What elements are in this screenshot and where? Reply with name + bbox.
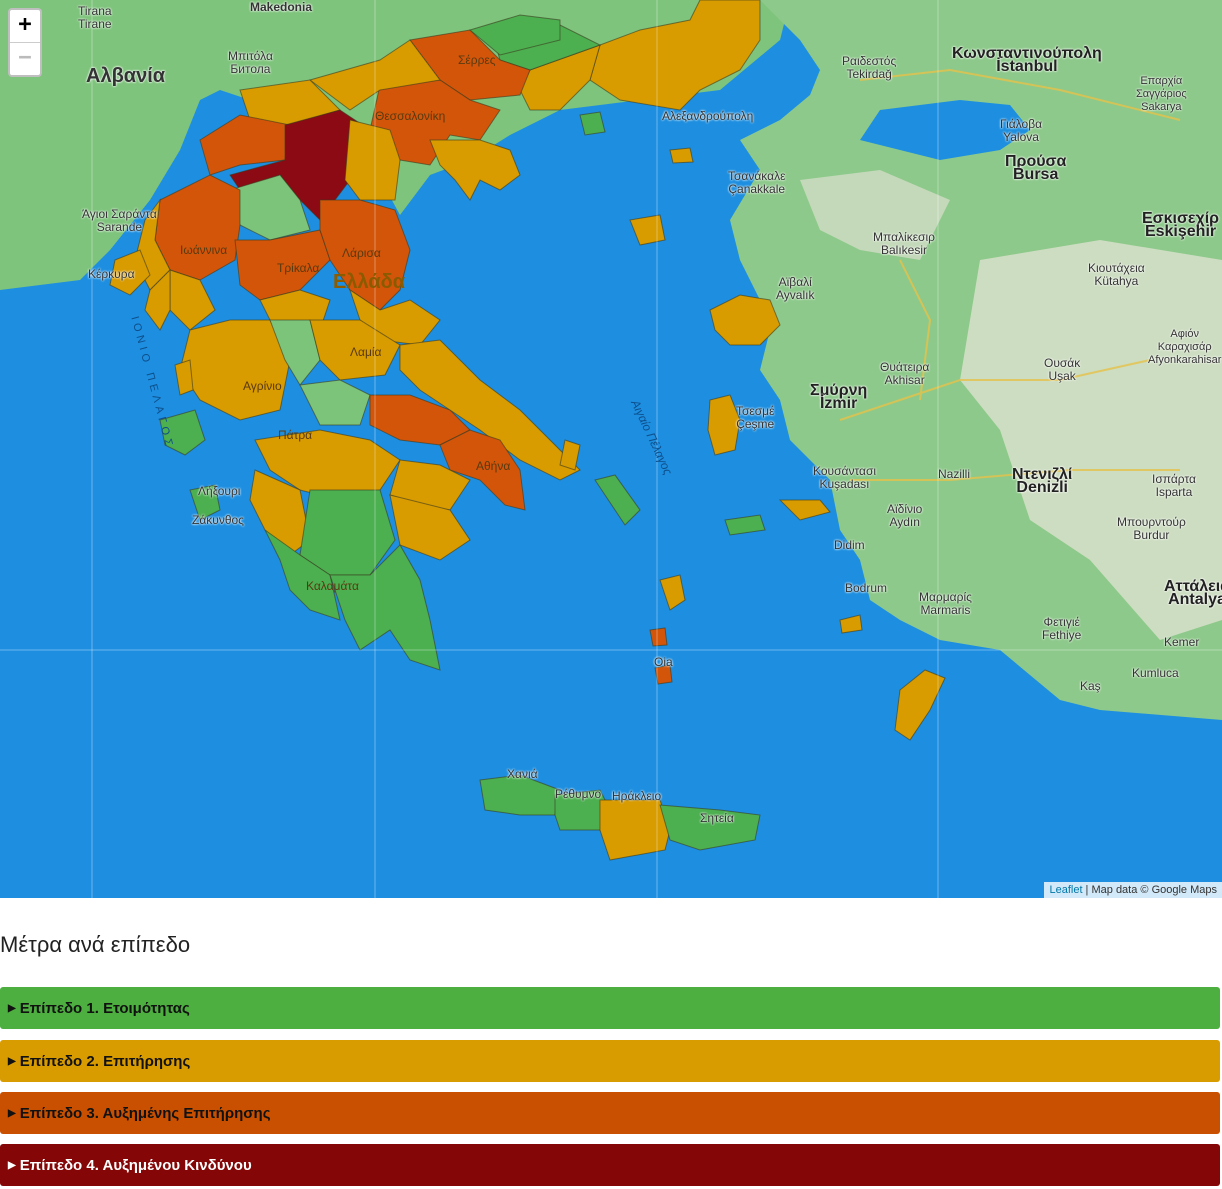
region-kos: [839, 614, 863, 634]
label-albania: Αλβανία: [86, 65, 166, 87]
label-balikesir: Μπαλίκεσιρ Balıkesir: [873, 230, 935, 257]
label-rethymno: Ρέθυμνο: [555, 787, 602, 801]
label-izmir: Σμύρνη İzmir: [810, 382, 868, 412]
caret-right-icon: ▶: [8, 1107, 16, 1119]
attribution-map-data: Map data © Google Maps: [1091, 884, 1217, 896]
caret-right-icon: ▶: [8, 1002, 16, 1014]
zoom-in-button[interactable]: +: [10, 10, 40, 42]
label-chania: Χανιά: [507, 767, 538, 781]
region-chania: [479, 774, 561, 816]
label-burdur: Μπουρντούρ Burdur: [1117, 515, 1186, 542]
label-isparta: Ισπάρτα Isparta: [1152, 472, 1196, 499]
leaflet-link[interactable]: Leaflet: [1049, 884, 1082, 896]
map-container[interactable]: Tirana Tirane Makedonia Αλβανία Μπιτόλα …: [0, 0, 1222, 898]
zoom-control: + −: [8, 8, 42, 77]
label-kerkyra: Κέρκυρα: [88, 267, 135, 281]
label-kemer: Kemer: [1164, 635, 1200, 649]
region-thasos: [579, 111, 606, 136]
label-canakkale: Τσανάκαλε Çanakkale: [728, 169, 786, 196]
label-kumluca: Kumluca: [1132, 666, 1179, 680]
region-aitoloakarnania: [179, 319, 291, 421]
label-agrinio: Αγρίνιο: [243, 379, 282, 393]
region-samothraki: [669, 147, 694, 164]
label-zakynthos: Ζάκυνθος: [192, 513, 244, 527]
map-attribution: Leaflet | Map data © Google Maps: [1044, 882, 1222, 898]
region-irakleio: [599, 799, 671, 861]
label-alexandroupoli: Αλεξανδρούπολη: [662, 109, 754, 123]
label-oia: Oia: [654, 655, 673, 669]
level-4-label: Επίπεδο 4. Αυξημένου Κινδύνου: [19, 1156, 252, 1174]
label-kusadasi: Κουσάντασι Kuşadası: [813, 464, 877, 491]
region-lefkada: [174, 359, 194, 396]
label-nazilli: Nazilli: [938, 467, 971, 481]
level-3-accordion[interactable]: ▶ Επίπεδο 3. Αυξημένης Επιτήρησης: [0, 1092, 1220, 1134]
label-irakleio: Ηράκλειο: [612, 789, 662, 803]
label-marmaris: Μαρμαρίς Marmaris: [919, 590, 972, 617]
label-bitola: Μπιτόλα Битола: [228, 49, 273, 76]
label-patra: Πάτρα: [278, 428, 313, 442]
label-sitia: Σητεία: [700, 811, 734, 825]
label-ayvalik: Αϊβαλί Ayvalık: [776, 275, 815, 302]
label-akhisar: Θυάτειρα Akhisar: [880, 360, 930, 387]
label-eskisehir: Εσκισεχίρ Eskişehir: [1142, 210, 1220, 240]
label-serres: Σέρρες: [458, 53, 496, 67]
label-lixouri: Λήξουρι: [198, 484, 241, 498]
level-2-accordion[interactable]: ▶ Επίπεδο 2. Επιτήρησης: [0, 1040, 1220, 1082]
zoom-out-button[interactable]: −: [10, 42, 40, 75]
region-andros: [594, 474, 641, 526]
region-paros: [649, 627, 668, 647]
region-arkadia: [299, 489, 396, 576]
region-fokida: [299, 379, 371, 426]
label-aydin: Αϊδίνιο Aydın: [887, 502, 923, 529]
region-chalkidiki: [429, 139, 521, 201]
label-denizli: Ντενιζλί Denizli: [1012, 466, 1073, 496]
caret-right-icon: ▶: [8, 1055, 16, 1067]
label-trikala: Τρίκαλα: [277, 261, 320, 275]
level-4-accordion[interactable]: ▶ Επίπεδο 4. Αυξημένου Κινδύνου: [0, 1144, 1220, 1186]
label-ioannina: Ιωάννινα: [180, 243, 228, 257]
region-arta: [169, 269, 216, 331]
label-afyon: Αφιόν Καραχισάρ Afyonkarahisar: [1148, 328, 1222, 366]
level-1-accordion[interactable]: ▶ Επίπεδο 1. Ετοιμότητας: [0, 987, 1220, 1029]
label-tirana: Tirana Tirane: [78, 4, 112, 31]
label-antalya: Αττάλεια Antalya: [1164, 578, 1222, 608]
label-agioi-saranta: Άγιοι Σαράντα Sarande: [82, 207, 157, 234]
label-kutahya: Κιουτάχεια Kütahya: [1088, 261, 1145, 288]
region-ikaria: [724, 514, 766, 536]
label-kalamata: Καλαμάτα: [306, 579, 359, 593]
label-kas: Kaş: [1080, 679, 1101, 693]
region-naxos: [659, 574, 686, 611]
label-fethiye: Φετιγιέ Fethiye: [1042, 615, 1082, 642]
label-usak: Ουσάκ Uşak: [1044, 356, 1081, 383]
label-yalova: Γιάλοβα Yalova: [1000, 117, 1043, 144]
label-bodrum: Bodrum: [845, 581, 888, 595]
label-tekirdag: Ραιδεστός Tekirdağ: [842, 54, 897, 81]
section-title: Μέτρα ανά επίπεδο: [0, 932, 191, 957]
label-bursa: Προύσα Bursa: [1005, 153, 1067, 183]
label-sakarya: Επαρχία Σαγγάριος Sakarya: [1136, 75, 1187, 113]
level-2-label: Επίπεδο 2. Επιτήρησης: [19, 1052, 191, 1070]
label-makedonia: Makedonia: [250, 0, 313, 14]
level-1-label: Επίπεδο 1. Ετοιμότητας: [19, 999, 190, 1017]
label-larisa: Λάρισα: [342, 246, 381, 260]
level-3-label: Επίπεδο 3. Αυξημένης Επιτήρησης: [19, 1104, 271, 1122]
region-skyros: [559, 439, 581, 471]
region-samos: [778, 499, 831, 521]
label-istanbul: Κωνσταντινούπολη İstanbul: [952, 45, 1102, 75]
region-ioannina: [154, 174, 241, 281]
label-athina: Αθήνα: [476, 459, 511, 473]
region-limnos: [629, 214, 666, 246]
caret-right-icon: ▶: [8, 1159, 16, 1171]
label-ellada: Ελλάδα: [333, 271, 406, 293]
label-thessaloniki: Θεσσαλονίκη: [375, 109, 446, 123]
label-cesme: Τσεσμέ Çeşme: [736, 404, 775, 431]
label-didim: Didim: [834, 538, 865, 552]
label-lamia: Λαμία: [350, 345, 382, 359]
